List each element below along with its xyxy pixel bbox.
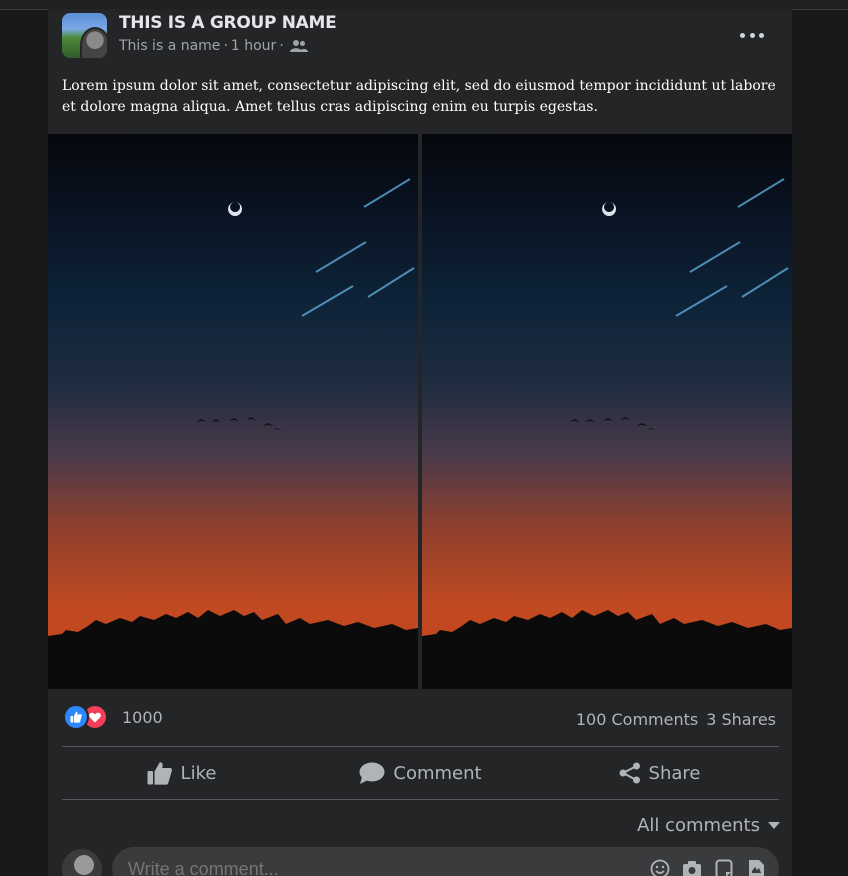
like-icon	[70, 711, 82, 723]
thumbs-up-icon	[147, 761, 173, 785]
photo-grid	[48, 134, 792, 689]
comment-input[interactable]	[126, 857, 639, 876]
comment-label: Comment	[393, 762, 482, 784]
meta-separator: ·	[223, 38, 228, 54]
divider	[62, 799, 779, 800]
comment-composer	[112, 847, 779, 876]
author-name[interactable]: This is a name	[119, 38, 220, 54]
post-time[interactable]: 1 hour	[231, 38, 276, 54]
group-name[interactable]: THIS IS A GROUP NAME	[119, 13, 337, 33]
post-photo-1[interactable]	[48, 134, 418, 689]
birds	[570, 417, 655, 430]
birds	[196, 417, 281, 430]
post-actions: Like Comment Share	[62, 747, 779, 799]
like-button[interactable]: Like	[62, 747, 301, 799]
reaction-count: 1000	[122, 707, 163, 727]
engagement-counts: 100 Comments 3 Shares	[576, 710, 776, 729]
reactions-summary[interactable]: 1000	[63, 704, 163, 730]
post-meta: This is a name · 1 hour ·	[119, 38, 308, 54]
emoji-icon[interactable]	[649, 858, 671, 876]
like-reaction	[63, 704, 89, 730]
all-comments-label: All comments	[637, 815, 760, 836]
shares-count[interactable]: 3 Shares	[706, 710, 776, 729]
post-card: THIS IS A GROUP NAME This is a name · 1 …	[48, 9, 792, 876]
people-icon	[289, 40, 308, 52]
share-icon	[619, 762, 641, 784]
meta-separator: ·	[279, 38, 284, 54]
more-options-button[interactable]	[740, 27, 764, 43]
user-avatar[interactable]	[62, 849, 102, 876]
sunset-image	[422, 178, 792, 689]
comment-tools	[639, 858, 767, 876]
post-header: THIS IS A GROUP NAME This is a name · 1 …	[48, 9, 792, 139]
comments-count[interactable]: 100 Comments	[576, 710, 698, 729]
sticker-icon[interactable]	[745, 858, 767, 876]
heart-icon	[89, 712, 101, 722]
dot-icon	[759, 32, 764, 38]
all-comments-filter[interactable]: All comments	[637, 815, 780, 836]
like-label: Like	[180, 762, 217, 784]
dot-icon	[740, 32, 745, 38]
post-stats: 1000 100 Comments 3 Shares	[48, 689, 792, 746]
gif-icon[interactable]	[713, 858, 735, 876]
camera-icon[interactable]	[681, 858, 703, 876]
dot-icon	[749, 32, 755, 38]
share-label: Share	[648, 762, 701, 784]
sunset-image	[48, 178, 418, 689]
group-avatar[interactable]	[62, 13, 107, 58]
caret-down-icon	[768, 822, 780, 829]
post-body: Lorem ipsum dolor sit amet, consectetur …	[62, 78, 776, 115]
author-avatar[interactable]	[80, 27, 107, 58]
share-button[interactable]: Share	[540, 747, 779, 799]
comment-button[interactable]: Comment	[301, 747, 540, 799]
post-photo-2[interactable]	[422, 134, 792, 689]
comment-icon	[359, 762, 385, 784]
